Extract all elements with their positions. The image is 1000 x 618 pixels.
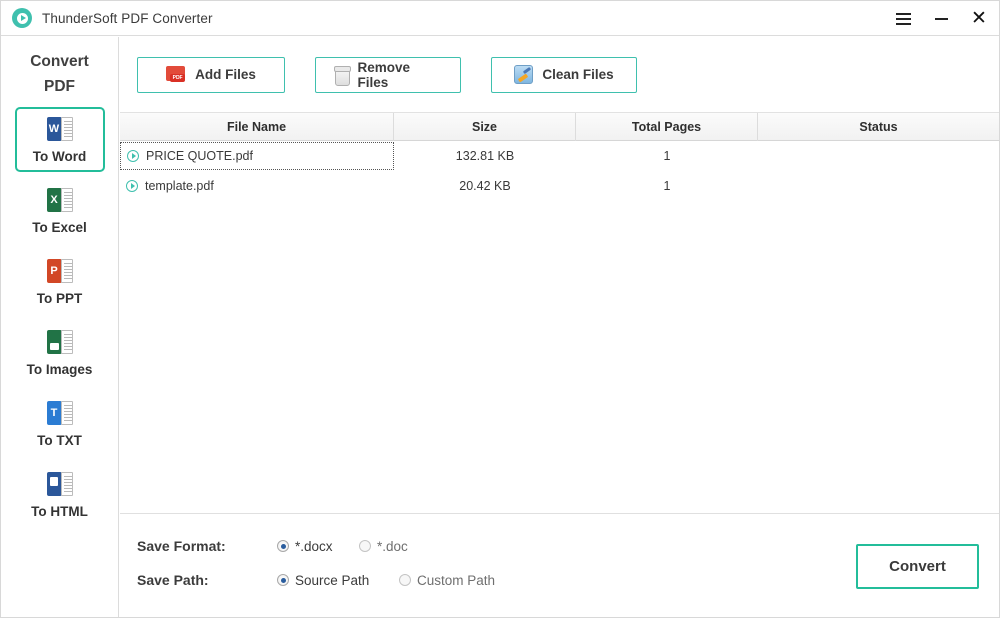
sidebar-item-to-images[interactable]: To Images bbox=[15, 320, 105, 385]
sidebar-title-line1: Convert bbox=[30, 49, 89, 74]
title-bar: ThunderSoft PDF Converter ✕ bbox=[1, 1, 999, 36]
file-status-cell bbox=[758, 171, 999, 201]
sidebar-item-label-to-html: To HTML bbox=[31, 504, 88, 519]
pdf-file-icon bbox=[127, 150, 139, 162]
application-window: ThunderSoft PDF Converter ✕ Convert PDF … bbox=[0, 0, 1000, 618]
file-table: File Name Size Total Pages Status PRICE … bbox=[120, 113, 999, 513]
add-files-button[interactable]: Add Files bbox=[137, 57, 285, 93]
file-status-cell bbox=[758, 141, 999, 171]
column-header-status[interactable]: Status bbox=[758, 113, 999, 141]
file-pages-cell: 1 bbox=[576, 171, 758, 201]
file-size-cell: 20.42 KB bbox=[394, 171, 576, 201]
sidebar-item-label-to-word: To Word bbox=[33, 149, 87, 164]
radio-doc[interactable] bbox=[359, 540, 371, 552]
minimize-icon[interactable] bbox=[931, 9, 951, 29]
excel-icon: X bbox=[47, 187, 73, 213]
file-table-body: PRICE QUOTE.pdf 132.81 KB 1 template.pdf… bbox=[120, 141, 999, 513]
excel-icon-letter: X bbox=[47, 188, 62, 212]
file-table-header: File Name Size Total Pages Status bbox=[120, 113, 999, 141]
close-glyph: ✕ bbox=[971, 9, 987, 28]
broom-clean-icon bbox=[514, 65, 533, 84]
html-icon bbox=[47, 471, 73, 497]
table-row[interactable]: PRICE QUOTE.pdf 132.81 KB 1 bbox=[120, 141, 999, 171]
convert-button[interactable]: Convert bbox=[856, 544, 979, 589]
sidebar-title: Convert PDF bbox=[30, 49, 89, 99]
word-icon: W bbox=[47, 116, 73, 142]
pdf-file-icon bbox=[126, 180, 138, 192]
file-name-cell: template.pdf bbox=[120, 172, 394, 200]
main-panel: Add Files Remove Files Clean Files File … bbox=[120, 37, 999, 617]
sidebar-item-to-ppt[interactable]: P To PPT bbox=[15, 249, 105, 314]
ppt-icon-letter: P bbox=[47, 259, 62, 283]
word-icon-letter: W bbox=[47, 117, 62, 141]
sidebar-title-line2: PDF bbox=[30, 74, 89, 99]
add-pdf-files-icon bbox=[166, 66, 186, 83]
path-option-custom[interactable]: Custom Path bbox=[399, 573, 495, 588]
format-option-doc[interactable]: *.doc bbox=[359, 539, 408, 554]
format-option-docx-label: *.docx bbox=[295, 539, 333, 554]
add-files-label: Add Files bbox=[195, 67, 256, 82]
radio-source-path[interactable] bbox=[277, 574, 289, 586]
save-format-radio-group: *.docx *.doc bbox=[277, 539, 408, 554]
txt-icon-letter: T bbox=[47, 401, 62, 425]
sidebar-item-to-word[interactable]: W To Word bbox=[15, 107, 105, 172]
sidebar-items: W To Word X To Excel P To PPT bbox=[1, 107, 118, 533]
trash-bin-icon bbox=[334, 66, 349, 84]
close-icon[interactable]: ✕ bbox=[969, 9, 989, 29]
html-icon-letter bbox=[47, 472, 62, 496]
text-icon: T bbox=[47, 400, 73, 426]
window-controls: ✕ bbox=[893, 1, 989, 36]
sidebar-item-label-to-images: To Images bbox=[27, 362, 93, 377]
save-format-row: Save Format: *.docx *.doc bbox=[137, 538, 408, 554]
sidebar-item-label-to-excel: To Excel bbox=[32, 220, 87, 235]
sidebar-item-to-html[interactable]: To HTML bbox=[15, 462, 105, 527]
save-path-row: Save Path: Source Path Custom Path bbox=[137, 572, 495, 588]
sidebar-item-label-to-txt: To TXT bbox=[37, 433, 82, 448]
sidebar: Convert PDF W To Word X To Excel P To bbox=[1, 37, 119, 617]
save-path-label: Save Path: bbox=[137, 572, 277, 588]
remove-files-label: Remove Files bbox=[358, 60, 442, 90]
powerpoint-icon: P bbox=[47, 258, 73, 284]
app-title: ThunderSoft PDF Converter bbox=[42, 11, 213, 26]
file-pages-cell: 1 bbox=[576, 141, 758, 171]
sidebar-item-to-excel[interactable]: X To Excel bbox=[15, 178, 105, 243]
save-path-radio-group: Source Path Custom Path bbox=[277, 573, 495, 588]
path-option-source-label: Source Path bbox=[295, 573, 369, 588]
path-option-custom-label: Custom Path bbox=[417, 573, 495, 588]
table-row[interactable]: template.pdf 20.42 KB 1 bbox=[120, 171, 999, 201]
save-format-label: Save Format: bbox=[137, 538, 277, 554]
format-option-doc-label: *.doc bbox=[377, 539, 408, 554]
sidebar-item-label-to-ppt: To PPT bbox=[37, 291, 83, 306]
radio-docx[interactable] bbox=[277, 540, 289, 552]
file-name-text: template.pdf bbox=[145, 172, 214, 200]
toolbar: Add Files Remove Files Clean Files bbox=[120, 37, 999, 113]
radio-custom-path[interactable] bbox=[399, 574, 411, 586]
format-option-docx[interactable]: *.docx bbox=[277, 539, 359, 554]
hamburger-menu-icon[interactable] bbox=[893, 9, 913, 29]
column-header-size[interactable]: Size bbox=[394, 113, 576, 141]
images-icon-letter bbox=[47, 330, 62, 354]
images-icon bbox=[47, 329, 73, 355]
thundersoft-globe-icon bbox=[12, 8, 32, 28]
file-size-cell: 132.81 KB bbox=[394, 141, 576, 171]
clean-files-label: Clean Files bbox=[542, 67, 613, 82]
sidebar-item-to-txt[interactable]: T To TXT bbox=[15, 391, 105, 456]
remove-files-button[interactable]: Remove Files bbox=[315, 57, 461, 93]
file-name-cell: PRICE QUOTE.pdf bbox=[120, 142, 394, 170]
clean-files-button[interactable]: Clean Files bbox=[491, 57, 637, 93]
path-option-source[interactable]: Source Path bbox=[277, 573, 399, 588]
file-name-text: PRICE QUOTE.pdf bbox=[146, 142, 253, 170]
options-panel: Save Format: *.docx *.doc Save Path: bbox=[120, 513, 999, 617]
column-header-file-name[interactable]: File Name bbox=[120, 113, 394, 141]
column-header-total-pages[interactable]: Total Pages bbox=[576, 113, 758, 141]
